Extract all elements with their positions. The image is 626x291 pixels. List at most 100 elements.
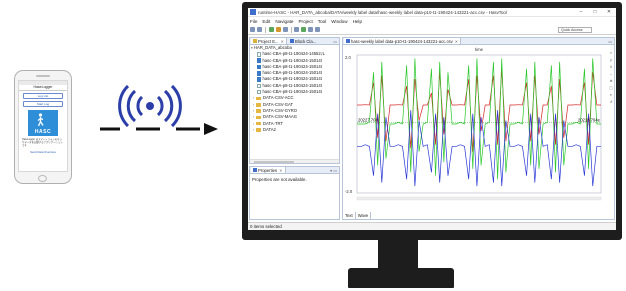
tool-zoom-in-icon[interactable]: ⊕ <box>609 78 613 85</box>
menu-window[interactable]: Window <box>331 19 347 24</box>
monitor-stand-neck <box>378 240 418 270</box>
run-icon[interactable] <box>268 27 274 32</box>
phone-screen: HaseLogger Log List Start Log HASC HaseL… <box>18 80 68 172</box>
toolbar-separator <box>265 26 266 33</box>
close-tab-icon[interactable]: ✕ <box>280 39 284 44</box>
window-title: runtime-HASC - HAR_DATA_abcoba/DATA/week… <box>258 9 507 15</box>
close-tab-icon[interactable]: ✕ <box>279 168 283 173</box>
app-window: runtime-HASC - HAR_DATA_abcoba/DATA/week… <box>248 8 616 230</box>
tab-csv-file[interactable]: hasc-weekly label data-p10-t1-190424-143… <box>344 38 462 44</box>
phone-screen-title: HaseLogger <box>19 85 67 91</box>
y-tick-label: 2.0 <box>345 55 351 60</box>
csv-file-icon <box>257 83 261 89</box>
folder-icon <box>256 121 261 126</box>
smartphone: HaseLogger Log List Start Log HASC HaseL… <box>14 70 72 184</box>
tab-wave[interactable]: Wave <box>356 212 372 219</box>
start-log-button[interactable]: Start Log <box>23 101 63 107</box>
properties-pane-header: Properties ✕ ▾ ▭ <box>250 167 339 174</box>
logo-word: HASC <box>34 129 52 135</box>
scrollbar-thumb[interactable] <box>254 161 294 163</box>
log-list-button[interactable]: Log List <box>23 93 63 99</box>
tab-properties-label: Properties <box>258 167 278 173</box>
chart-horizontal-scrollbar <box>356 196 602 201</box>
forward-icon[interactable] <box>315 27 320 32</box>
editor-pane-header: hasc-weekly label data-p10-t1-190424-143… <box>343 38 614 45</box>
tool-reset-icon[interactable]: ↺ <box>609 99 613 106</box>
csv-file-icon <box>257 77 261 82</box>
project-explorer-icon <box>253 39 257 43</box>
horizontal-scrollbar[interactable] <box>250 159 339 163</box>
project-pane-header: Project E... ✕ Block Cla... ▭ <box>250 38 339 45</box>
chart-tool-strip: × y ⇕ ⇔ ⊕ ▢ ≡ ↺ <box>609 50 613 106</box>
csv-file-icon <box>257 64 261 70</box>
editor-bottom-tabs: Text Wave <box>343 212 372 219</box>
tab-block-class[interactable]: Block Cla... <box>288 38 318 44</box>
folder-icon <box>256 128 261 132</box>
menu-tool[interactable]: Tool <box>318 19 326 24</box>
properties-pane: Properties ✕ ▾ ▭ Properties are not avai… <box>249 166 340 220</box>
pane-minimize-icon[interactable]: ▭ <box>608 39 614 44</box>
minimize-button[interactable]: – <box>574 9 588 15</box>
menu-file[interactable]: File <box>250 19 257 24</box>
tool-zoom-vertical-icon[interactable]: ⇕ <box>609 64 613 71</box>
tab-text[interactable]: Text <box>343 212 356 219</box>
back-icon[interactable] <box>308 27 313 32</box>
tool-frame-icon[interactable]: ▢ <box>609 85 613 92</box>
block-class-icon <box>290 39 294 43</box>
pane-minimize-icon[interactable]: ▭ <box>333 39 339 44</box>
home-button[interactable] <box>38 175 47 182</box>
menu-edit[interactable]: Edit <box>262 19 270 24</box>
marker-label-right: 20218.794e <box>578 117 601 122</box>
folder-label: DATA2 <box>263 126 276 132</box>
data-transfer-arrow-icon <box>100 123 218 135</box>
maximize-button[interactable]: □ <box>588 9 602 15</box>
tab-block-class-label: Block Cla... <box>295 38 317 44</box>
properties-icon <box>253 168 257 172</box>
toolbar-separator <box>290 26 291 33</box>
search-icon[interactable] <box>294 27 299 32</box>
csv-file-icon <box>257 71 261 76</box>
tool-list-icon[interactable]: ≡ <box>609 92 613 99</box>
folder-icon <box>256 96 261 101</box>
waveform-chart[interactable]: time 2.0 -2.0 20227.704 20218.794e <box>343 45 607 211</box>
send-data-link[interactable]: Send Data Overview <box>19 150 67 154</box>
menu-project[interactable]: Project <box>298 19 312 24</box>
speaker-slot <box>36 75 50 77</box>
tab-project-explorer-label: Project E... <box>258 38 279 44</box>
phone-description: HaseLogger はスマートフォンのセンサデータを記録するアプリケーションで… <box>22 138 63 147</box>
quick-access-input[interactable]: Quick Access <box>558 26 592 33</box>
tree-folder[interactable]: › DATA2 <box>251 127 339 133</box>
print-icon[interactable] <box>282 27 288 32</box>
marker-label-left: 20227.704 <box>358 117 378 122</box>
pane-menu-icon[interactable]: ▾ ▭ <box>330 168 339 173</box>
tab-properties[interactable]: Properties ✕ <box>251 167 286 173</box>
menu-bar: File Edit Navigate Project Tool Window H… <box>248 17 616 25</box>
menu-help[interactable]: Help <box>353 19 362 24</box>
app-icon <box>250 9 256 15</box>
new-icon[interactable] <box>250 27 255 32</box>
settings-icon[interactable] <box>275 27 281 32</box>
csv-file-icon <box>257 58 261 63</box>
save-icon[interactable] <box>257 27 262 32</box>
csv-file-icon <box>257 52 261 57</box>
next-icon[interactable] <box>301 27 306 32</box>
close-button[interactable]: ✕ <box>602 9 616 15</box>
csv-file-icon <box>257 89 261 95</box>
tool-zoom-horizontal-icon[interactable]: ⇔ <box>609 71 613 78</box>
project-tree: ▾ HAR_DATA_abcoba hasc-CBA-p8-t1-190424-… <box>250 45 339 133</box>
editor-pane: hasc-weekly label data-p10-t1-190424-143… <box>342 37 615 220</box>
folder-icon <box>256 103 261 107</box>
csv-file-icon <box>346 39 350 43</box>
folder-icon <box>256 115 261 120</box>
folder-icon <box>256 109 261 113</box>
tab-project-explorer[interactable]: Project E... ✕ <box>251 38 287 44</box>
title-bar: runtime-HASC - HAR_DATA_abcoba/DATA/week… <box>248 8 616 17</box>
hasc-logo: HASC <box>28 110 58 136</box>
properties-message: Properties are not available. <box>252 177 307 182</box>
y-tick-label: -2.0 <box>345 189 353 194</box>
tool-y-axis-icon[interactable]: y <box>609 57 613 64</box>
close-tab-icon[interactable]: ✕ <box>455 39 459 44</box>
menu-navigate[interactable]: Navigate <box>275 19 293 24</box>
tool-x-axis-icon[interactable]: × <box>609 50 613 57</box>
toolbar: Quick Access <box>248 25 616 35</box>
